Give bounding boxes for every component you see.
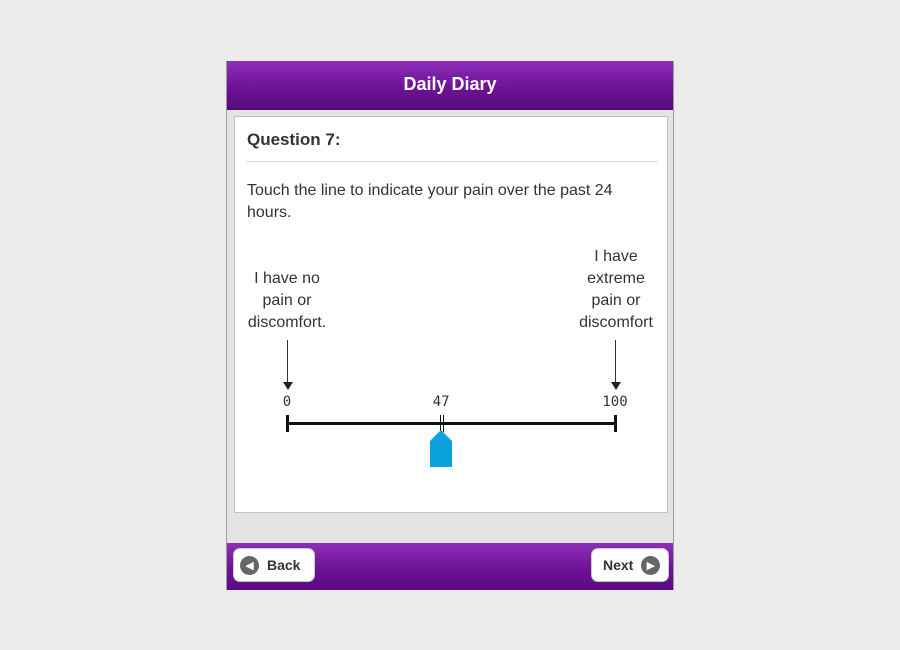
left-arrow-line xyxy=(287,340,288,382)
chevron-right-icon: ▶ xyxy=(641,555,661,575)
next-button-label: Next xyxy=(603,557,634,573)
question-title: Question 7: xyxy=(247,130,341,149)
app-header: Daily Diary xyxy=(227,61,673,110)
question-card: Question 7: Touch the line to indicate y… xyxy=(234,116,668,513)
right-arrow-line xyxy=(615,340,616,382)
scale-max-label: 100 xyxy=(602,394,628,410)
back-button[interactable]: ◀ Back xyxy=(233,548,315,582)
right-anchor-line-2: extreme xyxy=(587,270,645,287)
scale-value-label: 47 xyxy=(432,394,450,410)
footer-bar: ◀ Back Next ▶ xyxy=(227,543,673,590)
diary-app: Daily Diary Question 7: Touch the line t… xyxy=(226,61,674,590)
left-arrow-icon xyxy=(283,382,293,390)
right-anchor-line-1: I have xyxy=(594,248,638,265)
scale-right-endcap xyxy=(614,415,617,432)
left-anchor-label: I have no pain or discomfort. xyxy=(237,268,337,334)
scale-left-endcap xyxy=(286,415,289,432)
right-anchor-line-3: pain or xyxy=(591,292,641,309)
right-arrow-icon xyxy=(611,382,621,390)
divider xyxy=(247,161,657,162)
chevron-left-icon: ◀ xyxy=(240,555,259,575)
page-title: Daily Diary xyxy=(403,74,497,94)
right-anchor-line-4: discomfort xyxy=(579,314,653,331)
next-button[interactable]: Next ▶ xyxy=(591,548,669,582)
visual-analog-scale[interactable] xyxy=(287,422,615,425)
slider-handle[interactable] xyxy=(429,430,453,467)
left-anchor-line-3: discomfort. xyxy=(247,314,327,331)
left-anchor-line-2: pain or xyxy=(262,292,312,309)
scale-min-label: 0 xyxy=(282,394,292,410)
left-anchor-line-1: I have no xyxy=(254,270,320,287)
right-anchor-label: I have extreme pain or discomfort xyxy=(565,246,667,334)
back-button-label: Back xyxy=(267,557,301,573)
question-prompt: Touch the line to indicate your pain ove… xyxy=(247,182,613,221)
